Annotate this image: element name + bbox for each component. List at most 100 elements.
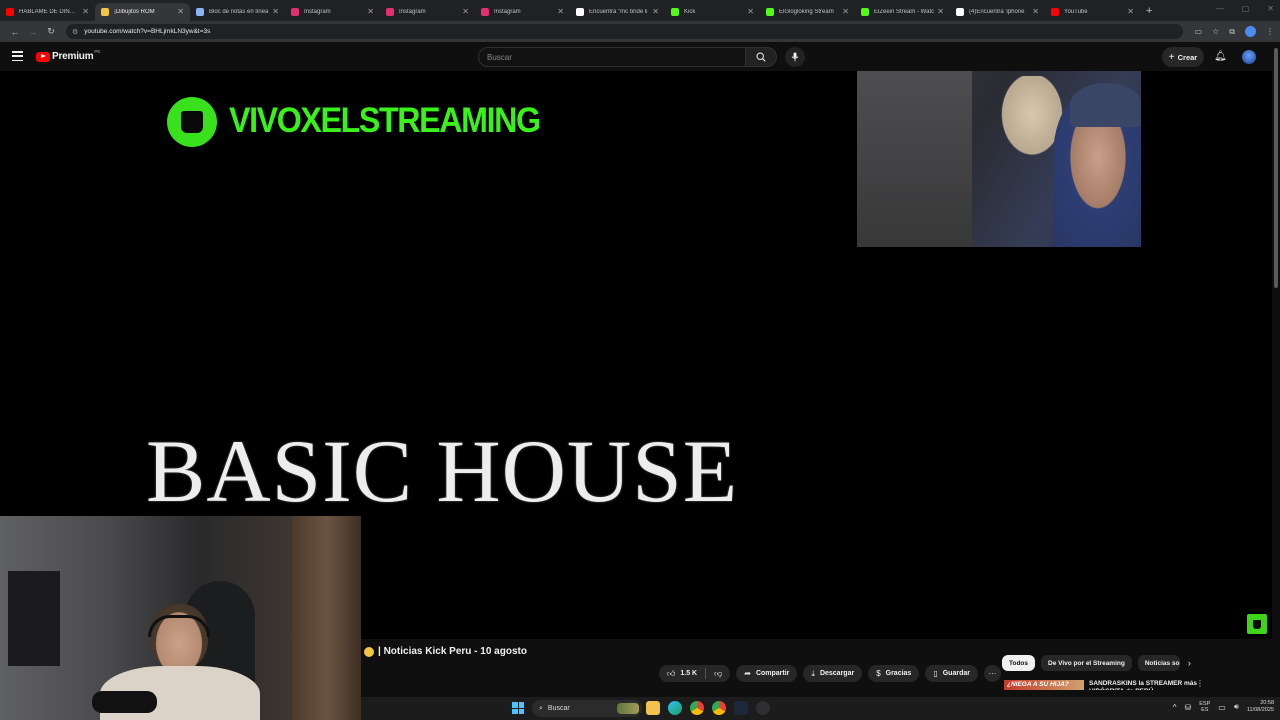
browser-profile-avatar[interactable]: [1245, 26, 1256, 37]
tab-close-icon[interactable]: ✕: [462, 7, 469, 16]
steam-icon[interactable]: [734, 701, 748, 715]
tab-label: (4)Encuentra 'iphone: [969, 8, 1025, 15]
tab-close-icon[interactable]: ✕: [82, 7, 89, 16]
channel-watermark-icon[interactable]: [1247, 614, 1267, 634]
save-button[interactable]: ▯ Guardar: [925, 665, 978, 682]
file-explorer-icon[interactable]: [646, 701, 660, 715]
taskbar-search[interactable]: ⌕ Buscar: [532, 700, 642, 717]
tab-favicon-icon: [671, 7, 679, 16]
chrome-profile-icon[interactable]: [712, 701, 726, 715]
thanks-button[interactable]: $ Gracias: [868, 665, 920, 682]
bookmark-star-icon[interactable]: ☆: [1212, 27, 1219, 36]
page-scrollbar[interactable]: [1272, 42, 1280, 697]
browser-tab[interactable]: Instagram ✕: [380, 3, 475, 21]
tab-close-icon[interactable]: ✕: [177, 7, 184, 16]
notifications-bell-icon[interactable]: 🔔︎: [1214, 51, 1227, 62]
reload-icon[interactable]: ↻: [42, 26, 60, 37]
tab-close-icon[interactable]: ✕: [747, 7, 754, 16]
browser-tab[interactable]: Instagram ✕: [285, 3, 380, 21]
back-icon[interactable]: ←: [6, 27, 24, 37]
browser-tab[interactable]: ¡Dibujitos ROM ✕: [95, 2, 190, 21]
chip-de-vivo[interactable]: De Vivo por el Streaming: [1041, 655, 1132, 671]
reacted-video-frame: [857, 71, 1141, 247]
tab-close-icon[interactable]: ✕: [272, 7, 279, 16]
share-button[interactable]: ➦ Compartir: [736, 665, 798, 682]
new-tab-button[interactable]: +: [1146, 5, 1152, 17]
bookmark-icon: ▯: [933, 669, 938, 678]
download-label: Descargar: [819, 670, 855, 677]
tab-close-icon[interactable]: ✕: [1032, 7, 1039, 16]
clock-time: 20:58: [1260, 700, 1274, 706]
tab-close-icon[interactable]: ✕: [1127, 7, 1134, 16]
user-avatar[interactable]: [1242, 50, 1256, 64]
video-title-text: | Noticias Kick Peru - 10 agosto: [378, 646, 527, 657]
taskbar-clock[interactable]: 20:58 11/08/2025: [1247, 700, 1274, 714]
thumbs-down-icon[interactable]: 👎︎: [714, 669, 722, 679]
chip-todos[interactable]: Todos: [1002, 655, 1036, 671]
voice-search-button[interactable]: [785, 47, 805, 67]
tab-favicon-icon: [101, 7, 109, 16]
speaker-icon[interactable]: 🔊︎: [1234, 702, 1239, 712]
obs-icon[interactable]: [756, 701, 770, 715]
chip-noticias[interactable]: Noticias sob: [1137, 655, 1180, 671]
tab-favicon-icon: [766, 7, 774, 16]
browser-tab[interactable]: HÁBLAME DE DINERO ✕: [0, 3, 95, 21]
browser-tab[interactable]: Encuentra "mc bride li ✕: [570, 3, 665, 21]
tab-label: ¡Dibujitos ROM: [114, 8, 155, 15]
more-vertical-icon[interactable]: ⋮: [1196, 680, 1204, 688]
recommended-title: SANDRASKINS la STREAMER más HIPÓCRITA de…: [1089, 680, 1197, 690]
language-indicator[interactable]: ESP ES: [1199, 701, 1210, 714]
hamburger-menu-icon[interactable]: [12, 51, 23, 61]
site-info-icon[interactable]: ⚙: [72, 28, 78, 36]
face-emoji-icon: [364, 646, 374, 657]
search-button[interactable]: [745, 47, 777, 67]
browser-tab[interactable]: (4)Encuentra 'iphone ✕: [950, 3, 1045, 21]
microphone-icon: [791, 52, 799, 62]
youtube-logo[interactable]: Premium PE: [36, 49, 100, 62]
extensions-icon[interactable]: ⧉: [1229, 27, 1235, 37]
minimize-icon[interactable]: —: [1216, 4, 1224, 13]
chrome-icon[interactable]: [690, 701, 704, 715]
cast-icon[interactable]: ▭: [1195, 27, 1203, 36]
windows-start-icon[interactable]: [512, 702, 524, 714]
thumbs-up-icon[interactable]: 👍︎: [667, 669, 675, 679]
tab-label: Kick: [684, 8, 696, 15]
streamer-facecam: [0, 516, 361, 720]
browser-tab[interactable]: Bloc de notas en línea ✕: [190, 3, 285, 21]
maximize-icon[interactable]: ▢: [1242, 4, 1250, 13]
like-count[interactable]: 1.5 K: [680, 670, 697, 677]
tab-close-icon[interactable]: ✕: [937, 7, 944, 16]
keyboard-layout: ES: [1201, 707, 1209, 713]
network-icon[interactable]: ⛁: [1185, 703, 1192, 712]
browser-menu-icon[interactable]: ⋮: [1266, 27, 1274, 36]
edge-icon[interactable]: [668, 701, 682, 715]
download-icon: ⤓: [811, 668, 815, 678]
forward-icon[interactable]: →: [24, 27, 42, 37]
tab-favicon-icon: [386, 7, 394, 16]
browser-tab[interactable]: Kick ✕: [665, 3, 760, 21]
more-actions-button[interactable]: ···: [983, 665, 1001, 682]
monitor-icon[interactable]: ▭: [1218, 703, 1226, 712]
channel-brand-name: VIVOXELSTREAMING: [229, 101, 541, 140]
recommended-thumbnail: ¿NIEGA A SU HIJA?: [1004, 680, 1084, 690]
browser-tab[interactable]: Instagram ✕: [475, 3, 570, 21]
search-input[interactable]: Buscar: [478, 47, 746, 67]
chevron-up-icon[interactable]: ^: [1173, 703, 1177, 712]
browser-tab[interactable]: YouTube ✕: [1045, 3, 1140, 21]
address-bar[interactable]: ⚙ youtube.com/watch?v=BHLjmkLN3yw&t=3s: [66, 24, 1183, 39]
create-button[interactable]: + Crear: [1162, 47, 1204, 67]
tab-close-icon[interactable]: ✕: [557, 7, 564, 16]
tab-favicon-icon: [1051, 7, 1059, 16]
download-button[interactable]: ⤓ Descargar: [803, 665, 863, 682]
tab-close-icon[interactable]: ✕: [652, 7, 659, 16]
recommended-video[interactable]: ¿NIEGA A SU HIJA? SANDRASKINS la STREAME…: [1004, 680, 1270, 690]
tab-close-icon[interactable]: ✕: [367, 7, 374, 16]
browser-tab[interactable]: ElZeein Stream - Watc ✕: [855, 3, 950, 21]
tab-close-icon[interactable]: ✕: [842, 7, 849, 16]
tab-list: HÁBLAME DE DINERO ✕ ¡Dibujitos ROM ✕ Bloc de…: [0, 1, 1140, 21]
chevron-right-icon[interactable]: ›: [1188, 658, 1191, 668]
screen: HÁBLAME DE DINERO ✕ ¡Dibujitos ROM ✕ Bloc de…: [0, 0, 1280, 720]
taskbar-search-label: Buscar: [547, 705, 570, 712]
close-window-icon[interactable]: ✕: [1267, 4, 1274, 13]
browser-tab[interactable]: ElGlogloking Stream ✕: [760, 3, 855, 21]
